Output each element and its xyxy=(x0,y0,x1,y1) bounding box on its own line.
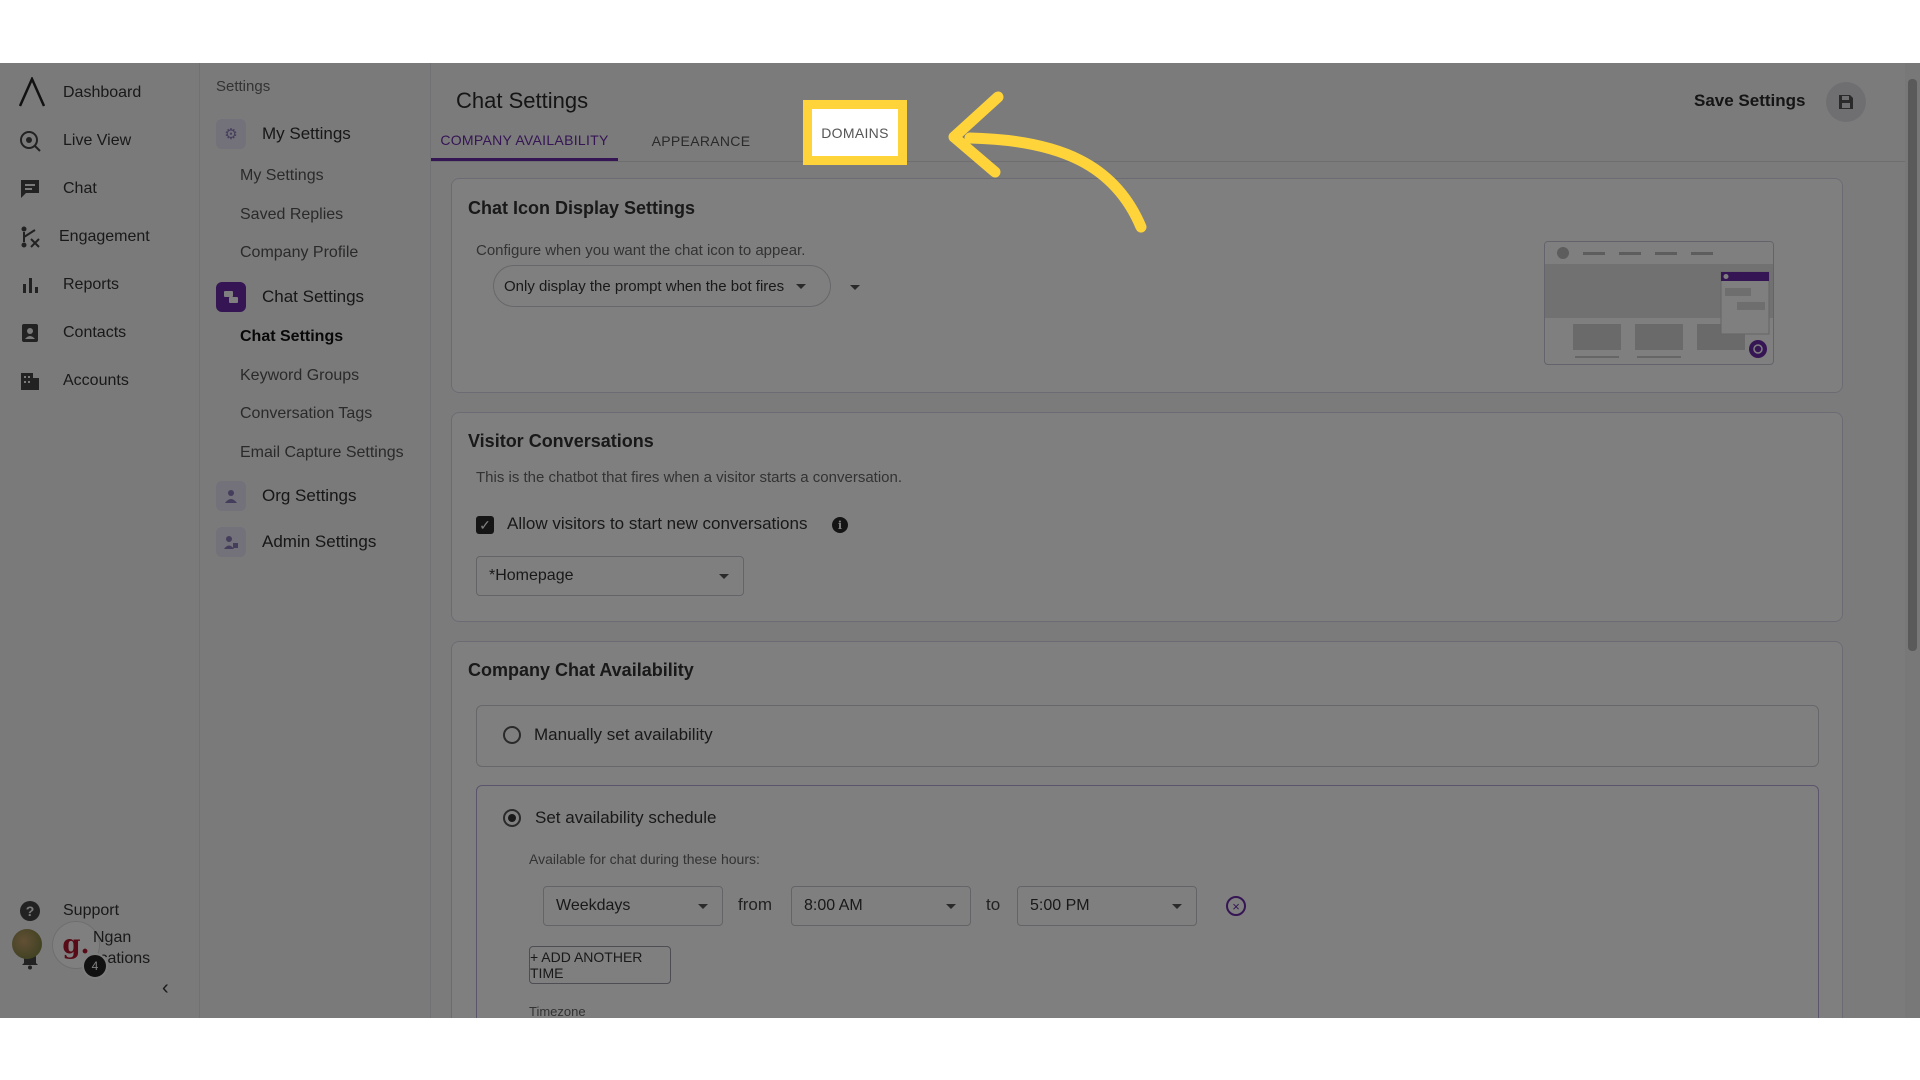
save-button[interactable] xyxy=(1826,82,1866,122)
card-title: Company Chat Availability xyxy=(468,660,694,680)
group-label: Chat Settings xyxy=(262,287,365,306)
nav-item-engagement[interactable]: Engagement xyxy=(0,219,199,255)
reports-icon xyxy=(17,272,43,298)
user-menu[interactable]: g. 4 xyxy=(12,921,108,981)
company-chat-availability-card: Company Chat Availability Manually set a… xyxy=(451,641,1843,1018)
collapse-sidebar-icon[interactable]: ‹ xyxy=(162,977,169,1000)
info-icon[interactable]: i xyxy=(832,517,848,533)
chevron-down-icon[interactable] xyxy=(850,285,860,290)
chevron-down-icon xyxy=(719,573,729,579)
settings-item-conversation-tags[interactable]: Conversation Tags xyxy=(240,405,372,423)
settings-item-my-settings[interactable]: My Settings xyxy=(240,167,324,185)
option-label: Manually set availability xyxy=(534,725,713,744)
schedule-availability-option[interactable]: Set availability schedule Available for … xyxy=(476,785,1819,1018)
org-icon xyxy=(216,481,246,511)
primary-nav: Dashboard Live View Chat Engagement Repo… xyxy=(0,63,200,1018)
avatar xyxy=(12,929,42,959)
nav-label: Contacts xyxy=(63,324,127,341)
nav-label: Support xyxy=(63,902,120,919)
pointer-arrow-icon xyxy=(948,91,1147,233)
add-another-time-button[interactable]: + ADD ANOTHER TIME xyxy=(529,946,671,984)
dashboard-spacer xyxy=(17,80,43,106)
tab-domains[interactable]: DOMAINS xyxy=(803,100,907,165)
engagement-icon xyxy=(17,224,43,250)
remove-time-icon[interactable]: × xyxy=(1226,896,1246,916)
chevron-down-icon xyxy=(1172,903,1182,909)
tab-appearance[interactable]: APPEARANCE xyxy=(636,121,766,161)
from-time-select[interactable]: 8:00 AM xyxy=(791,886,971,926)
nav-item-reports[interactable]: Reports xyxy=(0,267,199,303)
accounts-icon xyxy=(17,368,43,394)
save-icon xyxy=(1839,95,1853,109)
live-view-icon xyxy=(17,128,43,154)
settings-item-keyword-groups[interactable]: Keyword Groups xyxy=(240,367,359,385)
group-label: Org Settings xyxy=(262,486,357,505)
visitor-conversations-card: Visitor Conversations This is the chatbo… xyxy=(451,412,1843,622)
svg-text:?: ? xyxy=(26,903,35,919)
settings-item-email-capture[interactable]: Email Capture Settings xyxy=(240,444,404,462)
chevron-down-icon xyxy=(698,903,708,909)
to-label: to xyxy=(986,895,1001,914)
select-value: *Homepage xyxy=(489,567,574,584)
nav-label: Chat xyxy=(63,180,97,197)
card-description: Configure when you want the chat icon to… xyxy=(476,242,806,259)
notification-badge: 4 xyxy=(82,953,108,979)
chat-widget-preview xyxy=(1544,241,1774,365)
card-title: Chat Icon Display Settings xyxy=(468,198,696,218)
scrollbar-thumb[interactable] xyxy=(1908,79,1917,651)
option-label: Set availability schedule xyxy=(535,808,717,827)
schedule-radio[interactable] xyxy=(503,809,521,827)
settings-item-company-profile[interactable]: Company Profile xyxy=(240,244,358,262)
select-value: 8:00 AM xyxy=(804,897,863,914)
chevron-down-icon xyxy=(796,283,807,289)
bot-select[interactable]: *Homepage xyxy=(476,556,744,596)
checkbox-label: Allow visitors to start new conversation… xyxy=(507,514,808,533)
chat-icon-display-select[interactable]: Only display the prompt when the bot fir… xyxy=(493,265,831,307)
settings-item-saved-replies[interactable]: Saved Replies xyxy=(240,206,343,224)
select-value: Only display the prompt when the bot fir… xyxy=(504,277,785,295)
settings-item-chat-settings[interactable]: Chat Settings xyxy=(240,328,343,346)
chat-icon xyxy=(17,176,43,202)
chat-settings-icon xyxy=(216,282,246,312)
page-title: Chat Settings xyxy=(456,88,589,113)
nav-label: Accounts xyxy=(63,372,129,389)
scrollbar[interactable] xyxy=(1905,63,1920,1018)
chevron-down-icon xyxy=(946,903,956,909)
nav-label: Reports xyxy=(63,276,120,293)
select-value: 5:00 PM xyxy=(1030,897,1090,914)
timezone-label: Timezone xyxy=(529,1004,586,1018)
settings-group-my-settings[interactable]: ⚙ My Settings xyxy=(216,118,351,150)
settings-title: Settings xyxy=(216,78,271,95)
nav-item-accounts[interactable]: Accounts xyxy=(0,363,199,399)
save-settings-label[interactable]: Save Settings xyxy=(1694,91,1806,111)
manual-radio[interactable] xyxy=(503,726,521,744)
tab-company-availability[interactable]: COMPANY AVAILABILITY xyxy=(431,121,618,161)
settings-sidebar: Settings ⚙ My Settings My Settings Saved… xyxy=(200,63,431,1018)
gear-icon: ⚙ xyxy=(216,119,246,149)
card-title: Visitor Conversations xyxy=(468,431,654,451)
nav-label: Live View xyxy=(63,132,132,149)
group-label: Admin Settings xyxy=(262,532,377,551)
settings-group-chat-settings[interactable]: Chat Settings xyxy=(216,281,364,313)
admin-icon xyxy=(216,527,246,557)
nav-label: Engagement xyxy=(59,228,150,245)
nav-item-contacts[interactable]: Contacts xyxy=(0,315,199,351)
card-description: This is the chatbot that fires when a vi… xyxy=(476,469,903,486)
settings-group-admin-settings[interactable]: Admin Settings xyxy=(216,526,376,558)
hours-description: Available for chat during these hours: xyxy=(529,851,760,867)
from-label: from xyxy=(738,895,772,914)
nav-label: Dashboard xyxy=(63,84,142,101)
nav-item-live-view[interactable]: Live View xyxy=(0,123,199,159)
group-label: My Settings xyxy=(262,124,351,143)
allow-conversations-checkbox[interactable]: ✓ xyxy=(476,516,494,534)
settings-group-org-settings[interactable]: Org Settings xyxy=(216,480,357,512)
contacts-icon xyxy=(17,320,43,346)
nav-item-chat[interactable]: Chat xyxy=(0,171,199,207)
days-select[interactable]: Weekdays xyxy=(543,886,723,926)
manual-availability-option[interactable]: Manually set availability xyxy=(476,705,1819,767)
nav-item-dashboard[interactable]: Dashboard xyxy=(0,75,199,111)
to-time-select[interactable]: 5:00 PM xyxy=(1017,886,1197,926)
user-name: Ngan xyxy=(93,929,132,946)
select-value: Weekdays xyxy=(556,897,631,914)
